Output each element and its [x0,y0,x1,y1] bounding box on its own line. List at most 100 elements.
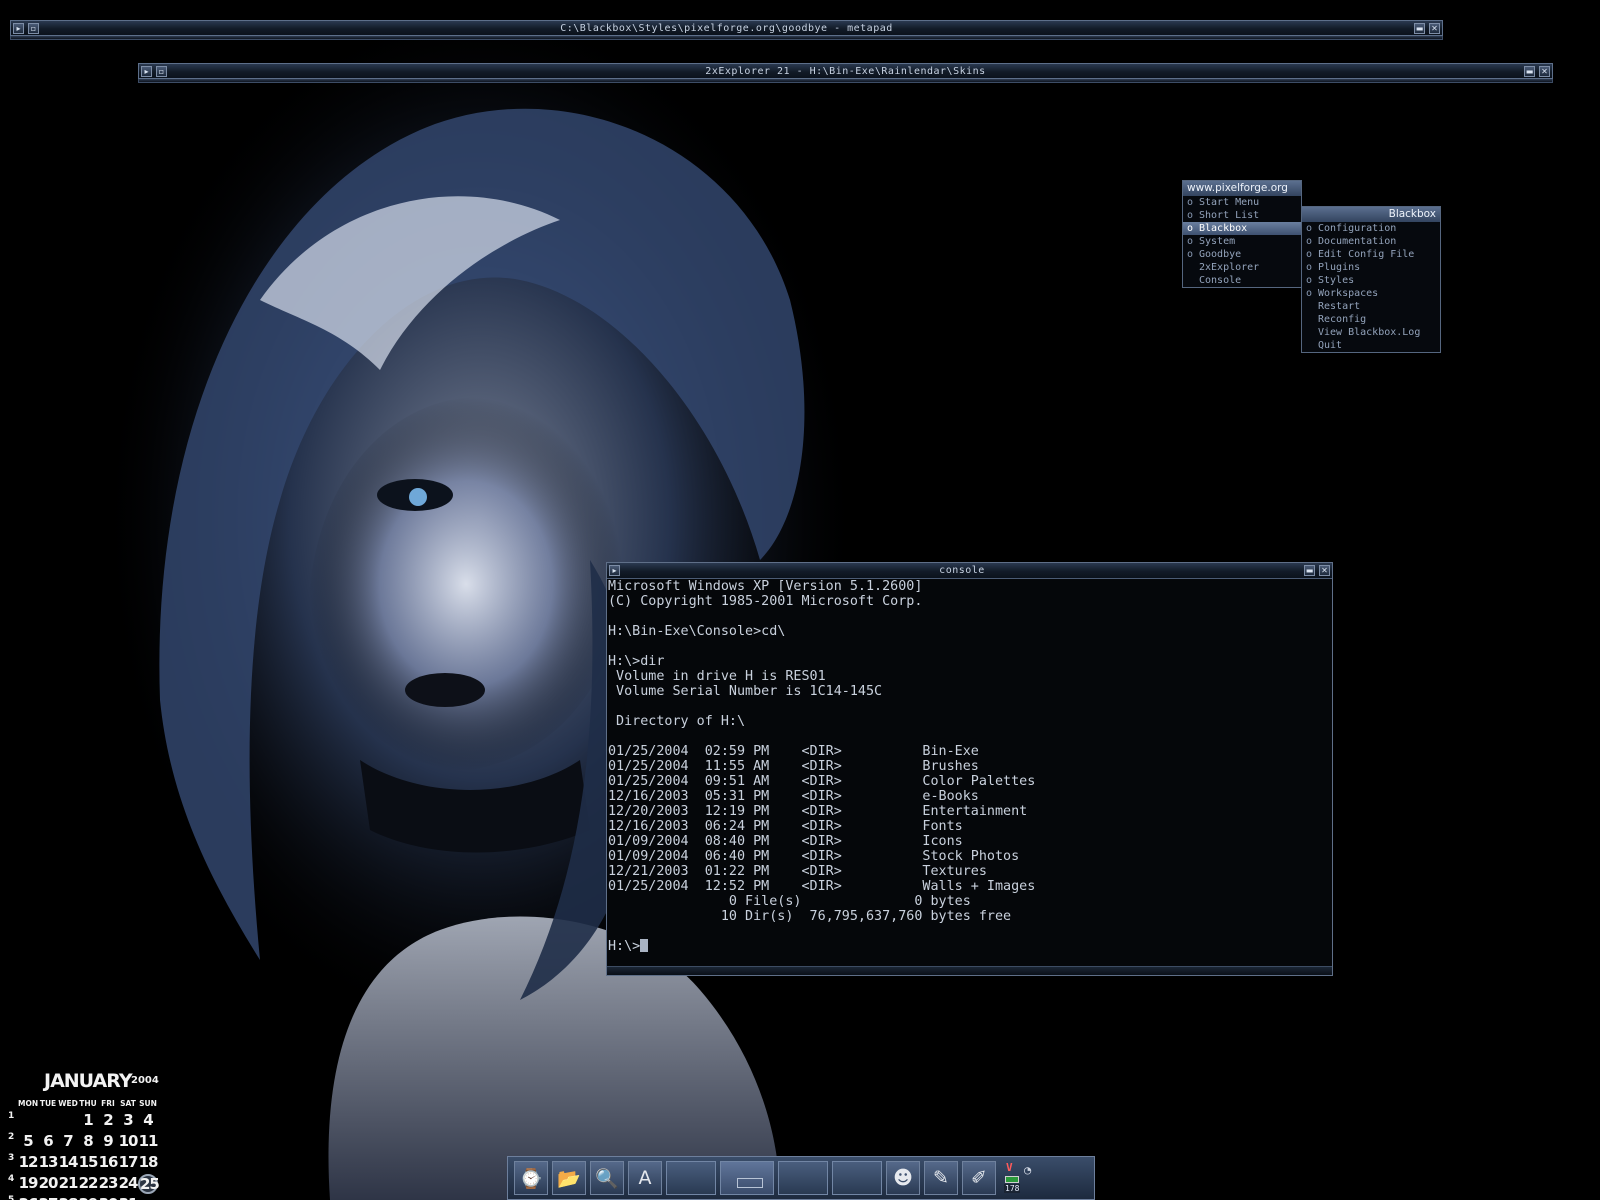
window-menu-button[interactable]: ▸ [141,65,152,77]
weekday-label: SUN [139,1099,157,1108]
workspace-slot-1[interactable] [666,1161,716,1195]
shade-button[interactable]: ▫ [28,22,39,34]
folder-font-icon[interactable]: A [628,1161,662,1195]
menu-item[interactable]: o Configuration [1302,222,1440,235]
metapad-titlebar[interactable]: ▸ ▫ C:\Blackbox\Styles\pixelforge.org\go… [10,20,1443,36]
menu-item-label: Workspaces [1318,288,1379,299]
brush-icon[interactable]: ✐ [962,1161,996,1195]
antivirus-icon[interactable]: V [1006,1161,1013,1174]
calendar-day[interactable]: 27 [38,1195,59,1200]
window-title: C:\Blackbox\Styles\pixelforge.org\goodby… [560,22,893,34]
console-line: 01/25/2004 02:59 PM <DIR> Bin-Exe [608,744,979,759]
workspace-slot-4[interactable] [832,1161,882,1195]
calendar-day[interactable] [138,1195,158,1200]
calendar-day[interactable]: 16 [98,1153,119,1171]
menu-item[interactable]: o Start Menu [1183,196,1301,209]
menu-item[interactable]: Restart [1302,300,1440,313]
workspace-slot-3[interactable] [778,1161,828,1195]
calendar-day[interactable] [38,1111,58,1129]
folder-search-icon[interactable]: 🔍 [590,1161,624,1195]
console-cursor [640,939,649,952]
menu-item[interactable]: Quit [1302,339,1440,352]
calendar-day[interactable]: 8 [78,1132,98,1150]
menu-item-bullet: o [1306,288,1313,299]
calendar-day[interactable]: 2 [98,1111,118,1129]
calendar-day[interactable]: 31 [118,1195,139,1200]
workspace-window-thumb [737,1178,763,1188]
calendar-day[interactable]: 13 [38,1153,59,1171]
minimize-button[interactable]: ▬ [1414,22,1425,34]
console-line: 12/20/2003 12:19 PM <DIR> Entertainment [608,804,1028,819]
calendar-day[interactable]: 19 [18,1174,39,1194]
explorer-titlebar[interactable]: ▸ ▫ 2xExplorer 21 - H:\Bin-Exe\Rainlenda… [138,63,1553,79]
system-monitor[interactable]: V 178 ◔ [1002,1159,1042,1197]
folder-add-icon[interactable]: 📂 [552,1161,586,1195]
calendar-day[interactable]: 15 [78,1153,99,1171]
calendar-day[interactable]: 14 [58,1153,79,1171]
calendar-day[interactable]: 9 [98,1132,118,1150]
week-number: 2 [8,1132,15,1142]
menu-item[interactable]: Reconfig [1302,313,1440,326]
console-window[interactable]: ▸ console ▬ ✕ Microsoft Windows XP [Vers… [606,562,1333,976]
calendar-day[interactable]: 7 [58,1132,78,1150]
minimize-button[interactable]: ▬ [1524,65,1535,77]
calendar-day[interactable] [18,1111,38,1129]
calendar-day[interactable]: 29 [78,1195,99,1200]
calendar-day[interactable]: 17 [118,1153,139,1171]
close-button[interactable]: ✕ [1319,565,1330,576]
calendar-day[interactable]: 4 [138,1111,158,1129]
menu-item[interactable]: o Documentation [1302,235,1440,248]
window-menu-button[interactable]: ▸ [13,22,24,34]
calendar-day[interactable]: 20 [38,1174,59,1194]
calendar-day[interactable]: 23 [98,1174,119,1194]
clock-icon[interactable]: ⌚ [514,1161,548,1195]
menu-item[interactable]: 2xExplorer [1183,261,1301,274]
minimize-button[interactable]: ▬ [1304,565,1315,576]
menu-item[interactable]: o Short List [1183,209,1301,222]
menu-item[interactable]: o Blackbox [1183,222,1301,235]
calendar-day[interactable]: 22 [78,1174,99,1194]
menu-item-label: Short List [1199,210,1260,221]
menu-item[interactable]: o Workspaces [1302,287,1440,300]
calendar-day[interactable]: 11 [138,1132,159,1150]
menu-item[interactable]: o System [1183,235,1301,248]
calendar-day[interactable]: 1 [78,1111,98,1129]
calendar-day[interactable] [58,1111,78,1129]
menu-title: www.pixelforge.org [1183,181,1301,196]
winamp-icon[interactable]: ☻ [886,1161,920,1195]
window-title: 2xExplorer 21 - H:\Bin-Exe\Rainlendar\Sk… [705,65,986,77]
calendar-day[interactable]: 30 [98,1195,119,1200]
calendar-day[interactable]: 12 [18,1153,39,1171]
menu-item[interactable]: o Goodbye [1183,248,1301,261]
calendar-day[interactable]: 6 [38,1132,58,1150]
menu-item[interactable]: o Edit Config File [1302,248,1440,261]
menu-item[interactable]: o Styles [1302,274,1440,287]
calendar-day[interactable]: 26 [18,1195,39,1200]
console-prompt-line[interactable]: H:\> [608,939,1332,954]
calendar-day[interactable]: 28 [58,1195,79,1200]
menu-item-bullet: o [1187,223,1194,234]
calendar-day[interactable]: 21 [58,1174,79,1194]
close-button[interactable]: ✕ [1539,65,1550,77]
console-titlebar[interactable]: ▸ console ▬ ✕ [607,563,1332,579]
console-line: 12/16/2003 05:31 PM <DIR> e-Books [608,789,979,804]
menu-item[interactable]: Console [1183,274,1301,287]
menu-item-label: Blackbox [1199,223,1248,234]
calendar-day[interactable]: 18 [138,1153,159,1171]
menu-item[interactable]: View Blackbox.Log [1302,326,1440,339]
shade-button[interactable]: ▫ [156,65,167,77]
calendar-today[interactable]: 25 [138,1174,160,1194]
menu-item-bullet: o [1187,236,1194,247]
workspace-slot-2[interactable] [720,1161,774,1195]
menu-item-bullet: o [1306,223,1313,234]
calendar-day[interactable]: 5 [18,1132,38,1150]
close-button[interactable]: ✕ [1429,22,1440,34]
calendar-day[interactable]: 10 [118,1132,139,1150]
window-menu-button[interactable]: ▸ [609,565,620,576]
calendar-day[interactable]: 24 [118,1174,139,1194]
memory-readout: 178 [1004,1184,1021,1193]
console-output[interactable]: Microsoft Windows XP [Version 5.1.2600](… [607,579,1332,965]
menu-item[interactable]: o Plugins [1302,261,1440,274]
calendar-day[interactable]: 3 [118,1111,138,1129]
paint-icon[interactable]: ✎ [924,1161,958,1195]
